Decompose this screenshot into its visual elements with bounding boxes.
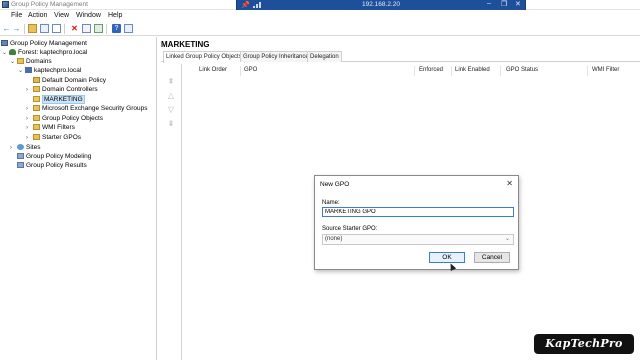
- watermark-logo: KapTechPro: [534, 334, 634, 354]
- page-title: MARKETING: [161, 40, 210, 49]
- gpo-link-icon: [33, 77, 40, 83]
- tree-item-gpo-folder[interactable]: › Group Policy Objects: [26, 114, 103, 123]
- folder-icon: [33, 115, 40, 121]
- domain-icon: [25, 67, 32, 73]
- back-arrow-icon[interactable]: ←: [2, 24, 11, 33]
- toolbar-separator: [64, 24, 65, 34]
- remote-host-address: 192.168.2.20: [362, 1, 400, 8]
- screen: Group Policy Management 📌 192.168.2.20 –…: [0, 0, 640, 360]
- name-label: Name:: [322, 200, 340, 206]
- column-divider: [500, 66, 501, 76]
- folder-icon: [33, 124, 40, 130]
- column-divider: [587, 66, 588, 76]
- toolbar: ← → ✕ ?: [0, 22, 640, 36]
- move-up-icon[interactable]: △: [166, 92, 176, 100]
- chevron-down-icon: ⌄: [504, 236, 510, 242]
- menu-file[interactable]: File: [11, 12, 22, 19]
- toolbar-separator: [24, 24, 25, 34]
- results-icon: [17, 162, 24, 168]
- gpm-icon: [1, 40, 8, 46]
- menu-window[interactable]: Window: [76, 12, 101, 19]
- modeling-icon: [17, 153, 24, 159]
- ok-button[interactable]: OK: [429, 252, 465, 263]
- column-divider: [414, 66, 415, 76]
- column-link-enabled[interactable]: Link Enabled: [455, 67, 490, 73]
- folder-icon: [17, 58, 24, 64]
- tree-item-default-domain-policy[interactable]: Default Domain Policy: [33, 76, 106, 85]
- chevron-down-icon[interactable]: ⌄: [18, 67, 25, 76]
- chevron-right-icon[interactable]: ›: [10, 144, 17, 153]
- console-icon[interactable]: [124, 24, 133, 33]
- chevron-down-icon[interactable]: ⌄: [10, 58, 17, 67]
- move-down-icon[interactable]: ▽: [166, 106, 176, 114]
- starter-gpo-select[interactable]: (none) ⌄: [322, 234, 514, 245]
- column-enforced[interactable]: Enforced: [419, 67, 443, 73]
- show-hide-tree-icon[interactable]: [40, 24, 49, 33]
- delete-icon[interactable]: ✕: [70, 24, 79, 33]
- close-icon[interactable]: ✕: [506, 179, 513, 188]
- column-wmi-filter[interactable]: WMI Filter: [592, 67, 619, 73]
- column-gpo-status[interactable]: GPO Status: [506, 67, 538, 73]
- menu-view[interactable]: View: [54, 12, 69, 19]
- refresh-icon[interactable]: [94, 24, 103, 33]
- starter-gpo-label: Source Starter GPO:: [322, 226, 378, 232]
- export-icon[interactable]: [82, 24, 91, 33]
- tree-item-modeling[interactable]: Group Policy Modeling: [17, 152, 91, 161]
- chevron-right-icon[interactable]: ›: [26, 86, 33, 95]
- menu-help[interactable]: Help: [108, 12, 122, 19]
- column-divider: [451, 66, 452, 76]
- chevron-down-icon[interactable]: ⌄: [2, 49, 9, 58]
- console-tree: Group Policy Management ⌄ Forest: kaptech…: [0, 37, 157, 360]
- tree-item-starter-gpos[interactable]: › Starter GPOs: [26, 133, 81, 142]
- column-divider: [240, 66, 241, 76]
- column-link-order[interactable]: Link Order: [199, 67, 227, 73]
- tree-item-forest[interactable]: ⌄ Forest: kaptechpro.local: [2, 48, 87, 57]
- move-top-icon[interactable]: ⇞: [166, 78, 176, 86]
- ou-icon: [33, 105, 40, 111]
- tab-strip: Linked Group Policy Objects Group Policy…: [161, 50, 640, 63]
- tree-item-results[interactable]: Group Policy Results: [17, 161, 87, 170]
- tree-item-exchange-groups[interactable]: › Microsoft Exchange Security Groups: [26, 104, 148, 113]
- new-gpo-dialog: New GPO ✕ Name: Source Starter GPO: (non…: [314, 175, 519, 270]
- chevron-right-icon[interactable]: ›: [26, 105, 33, 114]
- tree-item-domain-controllers[interactable]: › Domain Controllers: [26, 85, 98, 94]
- forward-arrow-icon[interactable]: →: [12, 24, 21, 33]
- tree-item-gpm[interactable]: Group Policy Management: [1, 39, 87, 48]
- tab-linked-gpos[interactable]: Linked Group Policy Objects: [163, 51, 245, 63]
- menu-action[interactable]: Action: [28, 12, 47, 19]
- ou-icon: [33, 96, 40, 102]
- help-icon[interactable]: ?: [112, 24, 121, 33]
- tree-item-marketing[interactable]: MARKETING: [33, 95, 85, 104]
- dialog-title: New GPO: [320, 181, 350, 188]
- tree-item-wmi-filters[interactable]: › WMI Filters: [26, 123, 75, 132]
- sites-icon: [17, 144, 24, 150]
- properties-icon[interactable]: [52, 24, 61, 33]
- move-bottom-icon[interactable]: ⇟: [166, 120, 176, 128]
- gpm-app-icon: [2, 1, 9, 8]
- starter-gpo-value: (none): [325, 236, 343, 242]
- toolbar-separator: [106, 24, 107, 34]
- rdp-minimize-button[interactable]: –: [487, 0, 491, 7]
- folder-icon: [33, 134, 40, 140]
- forest-icon: [9, 49, 16, 55]
- chevron-right-icon[interactable]: ›: [26, 134, 33, 143]
- window-title: Group Policy Management: [11, 1, 88, 8]
- tree-item-domain[interactable]: ⌄ kaptechpro.local: [18, 66, 81, 75]
- tab-inheritance[interactable]: Group Policy Inheritance: [240, 51, 312, 62]
- rdp-close-button[interactable]: ✕: [515, 0, 521, 8]
- menu-bar: File Action View Window Help: [0, 10, 640, 22]
- rdp-restore-button[interactable]: ❐: [501, 0, 507, 8]
- tab-delegation[interactable]: Delegation: [307, 51, 342, 62]
- up-folder-icon[interactable]: [28, 24, 37, 33]
- gpo-name-input[interactable]: [322, 207, 514, 217]
- ou-icon: [33, 86, 40, 92]
- tree-item-sites[interactable]: › Sites: [10, 143, 40, 152]
- chevron-right-icon[interactable]: ›: [26, 124, 33, 133]
- cancel-button[interactable]: Cancel: [474, 252, 510, 263]
- column-gpo[interactable]: GPO: [244, 67, 257, 73]
- tree-item-domains[interactable]: ⌄ Domains: [10, 57, 52, 66]
